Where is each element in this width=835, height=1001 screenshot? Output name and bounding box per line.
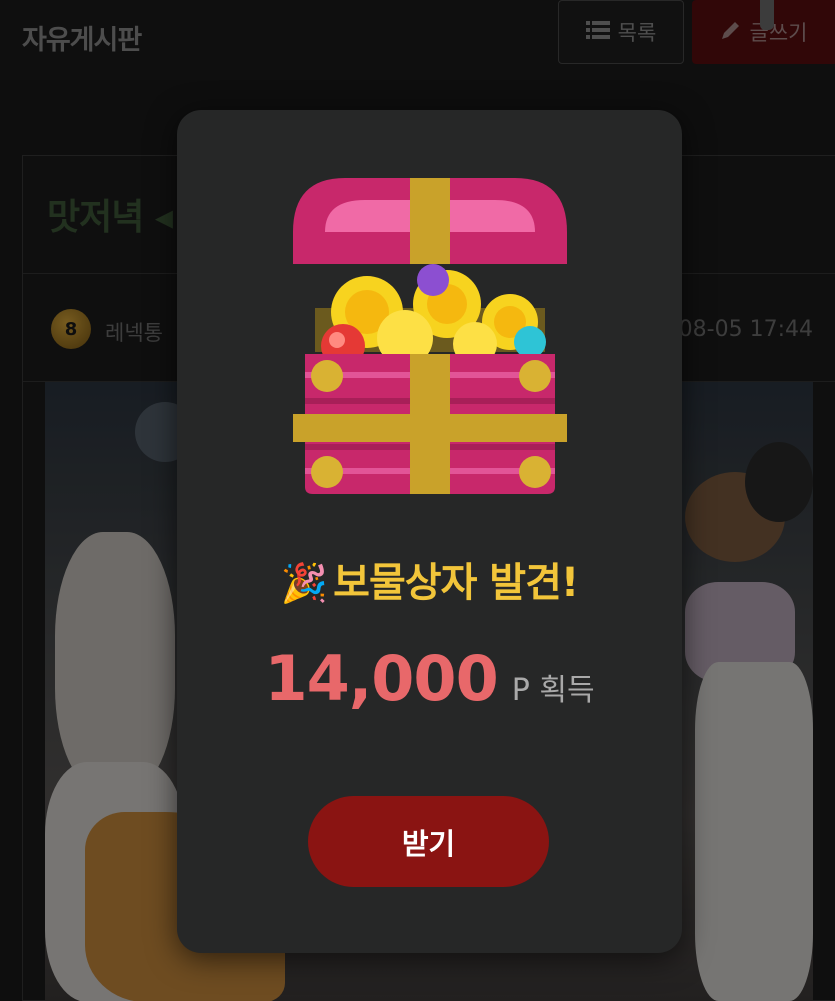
claim-button-label: 받기 <box>401 826 456 861</box>
party-popper-icon: 🎉 <box>280 561 328 605</box>
claim-button[interactable]: 받기 <box>308 796 549 887</box>
modal-title: 🎉 보물상자 발견! <box>177 550 682 608</box>
treasure-chest-icon <box>285 172 575 502</box>
reward-row: 14,000 P 획득 <box>177 642 682 715</box>
reward-unit: P 획득 <box>511 673 595 708</box>
modal-title-text: 보물상자 발견! <box>333 560 579 606</box>
treasure-modal: 🎉 보물상자 발견! 14,000 P 획득 받기 <box>177 110 682 953</box>
reward-amount: 14,000 <box>264 642 498 715</box>
